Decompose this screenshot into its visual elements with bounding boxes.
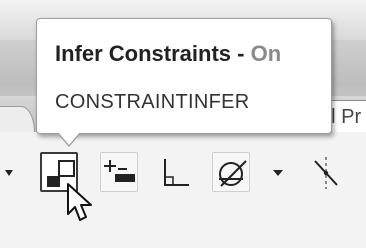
tangent-icon	[219, 160, 247, 187]
auto-constrain-button[interactable]	[100, 152, 138, 192]
mouse-cursor-icon	[67, 183, 92, 221]
tooltip-title: Infer Constraints - On	[55, 41, 281, 67]
tooltip-pointer	[57, 132, 81, 147]
perpendicular-icon	[164, 159, 189, 186]
tooltip-title-text: Infer Constraints -	[55, 41, 251, 66]
symmetric-button[interactable]	[306, 152, 344, 192]
tooltip-command: CONSTRAINTINFER	[55, 91, 250, 113]
tangent-button[interactable]	[212, 152, 250, 192]
tooltip-status: On	[250, 41, 282, 66]
symmetric-icon	[314, 157, 338, 189]
auto-constrain-icon	[104, 160, 135, 182]
dropdown-arrow-icon[interactable]	[4, 168, 14, 178]
infer-constraints-tooltip: Infer Constraints - On CONSTRAINTINFER	[36, 18, 332, 147]
constraint-dropdown-icon[interactable]	[272, 168, 284, 178]
perpendicular-button[interactable]	[156, 152, 194, 192]
